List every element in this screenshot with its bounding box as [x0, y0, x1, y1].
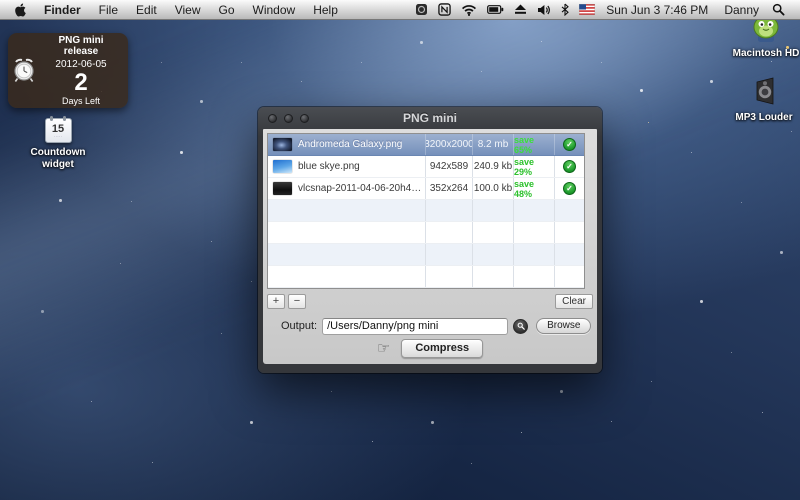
file-dimensions: 942x589: [426, 156, 473, 177]
file-size: 8.2 mb: [473, 134, 514, 155]
file-dimensions: 352x264: [426, 178, 473, 199]
menu-help[interactable]: Help: [304, 0, 347, 20]
bluetooth-icon[interactable]: [556, 3, 574, 16]
eject-icon[interactable]: [509, 4, 532, 15]
close-button[interactable]: [268, 114, 277, 123]
menu-bar: Finder File Edit View Go Window Help: [0, 0, 800, 20]
file-savings: save 29%: [514, 156, 555, 177]
speaker-icon: [729, 74, 799, 108]
file-name: vlcsnap-2011-04-06-20h40m36s165.png: [298, 183, 425, 194]
menu-clock[interactable]: Sun Jun 3 7:46 PM: [600, 3, 716, 17]
file-savings: save 48%: [514, 178, 555, 199]
done-check-icon: ✓: [563, 138, 576, 151]
output-label: Output:: [281, 320, 317, 332]
file-table: Andromeda Galaxy.png 3200x2000 8.2 mb sa…: [267, 133, 585, 289]
us-flag-input-icon[interactable]: [574, 4, 600, 15]
table-row[interactable]: blue skye.png 942x589 240.9 kb save 29% …: [268, 156, 584, 178]
pointing-hand-icon: ☞: [377, 341, 390, 356]
widget-days-remaining: 2: [40, 71, 122, 95]
clear-button[interactable]: Clear: [555, 294, 593, 309]
battery-icon[interactable]: [482, 4, 509, 15]
table-row[interactable]: vlcsnap-2011-04-06-20h40m36s165.png 352x…: [268, 178, 584, 200]
menu-edit[interactable]: Edit: [127, 0, 166, 20]
table-row[interactable]: Andromeda Galaxy.png 3200x2000 8.2 mb sa…: [268, 134, 584, 156]
desktop-icon-label: Macintosh HD: [731, 48, 800, 60]
output-path-field[interactable]: [322, 318, 508, 335]
desktop-icon-label: Countdown widget: [26, 147, 90, 171]
menu-window[interactable]: Window: [244, 0, 305, 20]
reveal-in-finder-button[interactable]: [513, 319, 528, 334]
desktop-icon-countdown-widget[interactable]: 15 ····· Countdown widget: [26, 118, 90, 171]
menu-extra-app-icon[interactable]: [410, 3, 433, 16]
file-name: Andromeda Galaxy.png: [298, 139, 402, 150]
calendar-icon: 15 ·····: [45, 118, 72, 143]
zoom-button[interactable]: [300, 114, 309, 123]
table-empty-row: [268, 244, 584, 266]
menu-file[interactable]: File: [90, 0, 127, 20]
file-thumbnail: [273, 138, 292, 151]
widget-caption: Days Left: [40, 96, 122, 106]
window-title: PNG mini: [258, 111, 602, 125]
countdown-widget[interactable]: PNG mini release 2012-06-05 2 Days Left: [8, 33, 128, 108]
window-titlebar[interactable]: PNG mini: [258, 107, 602, 129]
menu-user[interactable]: Danny: [716, 3, 767, 17]
browse-button[interactable]: Browse: [536, 318, 591, 334]
menu-go[interactable]: Go: [210, 0, 244, 20]
desktop-icon-label: MP3 Louder: [729, 112, 799, 124]
file-dimensions: 3200x2000: [426, 134, 473, 155]
file-thumbnail: [273, 182, 292, 195]
add-file-button[interactable]: +: [267, 294, 285, 309]
file-name: blue skye.png: [298, 161, 360, 172]
spotlight-icon[interactable]: [767, 3, 790, 16]
desktop-icon-mp3-louder[interactable]: MP3 Louder: [729, 74, 799, 124]
widget-title: PNG mini release: [40, 35, 122, 57]
file-savings: save 65%: [514, 134, 555, 155]
png-mini-window: PNG mini Andromeda Galaxy.png 3200x2000 …: [258, 107, 602, 373]
volume-icon[interactable]: [532, 4, 556, 16]
menu-view[interactable]: View: [166, 0, 210, 20]
file-thumbnail: [273, 160, 292, 173]
done-check-icon: ✓: [563, 182, 576, 195]
menu-finder[interactable]: Finder: [35, 0, 90, 20]
file-size: 240.9 kb: [473, 156, 514, 177]
desktop: Finder File Edit View Go Window Help: [0, 0, 800, 500]
table-empty-row: [268, 266, 584, 288]
compress-button[interactable]: Compress: [401, 339, 483, 358]
table-empty-row: [268, 222, 584, 244]
input-source-menu-icon[interactable]: [433, 3, 456, 16]
alarm-clock-icon: [8, 58, 40, 84]
wifi-icon[interactable]: [456, 4, 482, 16]
table-empty-row: [268, 200, 584, 222]
done-check-icon: ✓: [563, 160, 576, 173]
apple-menu-icon[interactable]: [12, 3, 35, 17]
window-content: Andromeda Galaxy.png 3200x2000 8.2 mb sa…: [263, 129, 597, 364]
minimize-button[interactable]: [284, 114, 293, 123]
remove-file-button[interactable]: −: [288, 294, 306, 309]
file-size: 100.0 kb: [473, 178, 514, 199]
